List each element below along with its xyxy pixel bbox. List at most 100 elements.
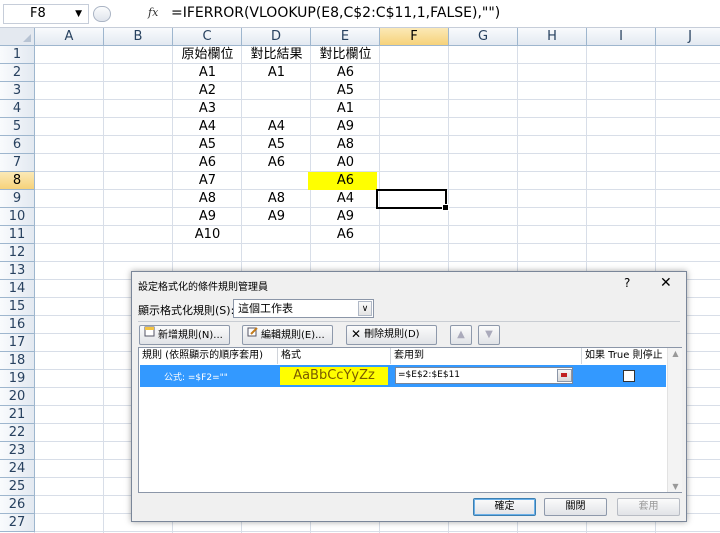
row-header-8[interactable]: 8 — [0, 172, 35, 190]
cell-d3[interactable] — [242, 82, 311, 100]
cell-c4[interactable]: A3 — [173, 100, 242, 118]
cell-d4[interactable] — [242, 100, 311, 118]
row-header-6[interactable]: 6 — [0, 136, 35, 154]
row-header-14[interactable]: 14 — [0, 280, 35, 298]
rule-row[interactable]: 公式: =$F2="" AaBbCcYyZz =$E$2:$E$11 — [140, 365, 666, 387]
new-rule-button[interactable]: 新增規則(N)... — [139, 325, 230, 345]
column-header-c[interactable]: C — [173, 28, 242, 46]
cell-e6[interactable]: A8 — [311, 136, 380, 154]
cell-e2[interactable]: A6 — [311, 64, 380, 82]
function-icon[interactable]: fx — [148, 6, 158, 19]
cell-e8[interactable]: A6 — [311, 172, 380, 190]
ok-button[interactable]: 確定 — [473, 498, 536, 516]
apply-button[interactable]: 套用 — [617, 498, 680, 516]
row-header-15[interactable]: 15 — [0, 298, 35, 316]
rules-toolbar: 新增規則(N)... 編輯規則(E)... ✕ 刪除規則(D) ▲ ▼ — [138, 321, 680, 348]
row-header-26[interactable]: 26 — [0, 496, 35, 514]
close-button[interactable]: ✕ — [660, 275, 672, 291]
dialog-close-button[interactable]: 關閉 — [544, 498, 607, 516]
cell-e5[interactable]: A9 — [311, 118, 380, 136]
chevron-down-icon[interactable]: ∨ — [358, 301, 372, 316]
rules-list-scrollbar[interactable]: ▲ ▼ — [667, 348, 682, 492]
cell-d7[interactable]: A6 — [242, 154, 311, 172]
row-header-16[interactable]: 16 — [0, 316, 35, 334]
cell-e9[interactable]: A4 — [311, 190, 380, 208]
cell-c5[interactable]: A4 — [173, 118, 242, 136]
delete-rule-button[interactable]: ✕ 刪除規則(D) — [346, 325, 437, 345]
cell-c10[interactable]: A9 — [173, 208, 242, 226]
cell-d8[interactable] — [242, 172, 311, 190]
row-header-13[interactable]: 13 — [0, 262, 35, 280]
row-header-9[interactable]: 9 — [0, 190, 35, 208]
row-header-11[interactable]: 11 — [0, 226, 35, 244]
help-button[interactable]: ? — [624, 276, 630, 290]
row-header-7[interactable]: 7 — [0, 154, 35, 172]
cell-c3[interactable]: A2 — [173, 82, 242, 100]
row-header-24[interactable]: 24 — [0, 460, 35, 478]
stop-if-true-checkbox[interactable] — [623, 370, 635, 382]
column-header-i[interactable]: I — [587, 28, 656, 46]
edit-rule-label: 編輯規則(E)... — [261, 330, 325, 341]
formula-expand-handle[interactable] — [93, 6, 111, 22]
cell-c2[interactable]: A1 — [173, 64, 242, 82]
cell-c9[interactable]: A8 — [173, 190, 242, 208]
row-header-23[interactable]: 23 — [0, 442, 35, 460]
column-header-g[interactable]: G — [449, 28, 518, 46]
select-all-corner[interactable] — [0, 28, 35, 46]
cell-c8[interactable]: A7 — [173, 172, 242, 190]
show-rules-select[interactable]: 這個工作表 ∨ — [233, 299, 374, 318]
cell-d1[interactable]: 對比結果 — [242, 46, 311, 64]
move-up-button[interactable]: ▲ — [450, 325, 472, 345]
row-header-12[interactable]: 12 — [0, 244, 35, 262]
cell-e3[interactable]: A5 — [311, 82, 380, 100]
cell-d6[interactable]: A5 — [242, 136, 311, 154]
cell-c6[interactable]: A5 — [173, 136, 242, 154]
scroll-up-icon[interactable]: ▲ — [668, 349, 683, 358]
column-header-b[interactable]: B — [104, 28, 173, 46]
row-header-4[interactable]: 4 — [0, 100, 35, 118]
cell-c7[interactable]: A6 — [173, 154, 242, 172]
column-header-a[interactable]: A — [35, 28, 104, 46]
delete-rule-label: 刪除規則(D) — [364, 329, 420, 340]
column-header-h[interactable]: H — [518, 28, 587, 46]
cell-d11[interactable] — [242, 226, 311, 244]
formula-input[interactable]: =IFERROR(VLOOKUP(E8,C$2:C$11,1,FALSE),""… — [171, 5, 500, 21]
applies-to-input[interactable]: =$E$2:$E$11 — [395, 367, 573, 384]
cell-c11[interactable]: A10 — [173, 226, 242, 244]
cell-d9[interactable]: A8 — [242, 190, 311, 208]
chevron-down-icon[interactable]: ▼ — [75, 5, 82, 23]
cell-d2[interactable]: A1 — [242, 64, 311, 82]
cell-e1[interactable]: 對比欄位 — [311, 46, 380, 64]
cell-e11[interactable]: A6 — [311, 226, 380, 244]
edit-rule-button[interactable]: 編輯規則(E)... — [242, 325, 333, 345]
column-header-f[interactable]: F — [380, 28, 449, 46]
range-picker-icon[interactable] — [557, 369, 572, 382]
row-header-2[interactable]: 2 — [0, 64, 35, 82]
cell-e4[interactable]: A1 — [311, 100, 380, 118]
row-header-10[interactable]: 10 — [0, 208, 35, 226]
cell-e10[interactable]: A9 — [311, 208, 380, 226]
cell-d5[interactable]: A4 — [242, 118, 311, 136]
row-header-18[interactable]: 18 — [0, 352, 35, 370]
row-header-3[interactable]: 3 — [0, 82, 35, 100]
active-cell-f8[interactable] — [376, 189, 449, 211]
row-header-25[interactable]: 25 — [0, 478, 35, 496]
row-header-17[interactable]: 17 — [0, 334, 35, 352]
column-header-d[interactable]: D — [242, 28, 311, 46]
cell-e7[interactable]: A0 — [311, 154, 380, 172]
row-header-19[interactable]: 19 — [0, 370, 35, 388]
cell-c1[interactable]: 原始欄位 — [173, 46, 242, 64]
cell-d10[interactable]: A9 — [242, 208, 311, 226]
column-header-j[interactable]: J — [656, 28, 720, 46]
row-header-22[interactable]: 22 — [0, 424, 35, 442]
row-header-20[interactable]: 20 — [0, 388, 35, 406]
col-header-format: 格式 — [278, 348, 391, 364]
row-header-5[interactable]: 5 — [0, 118, 35, 136]
name-box[interactable]: F8 ▼ — [3, 4, 89, 24]
move-down-button[interactable]: ▼ — [478, 325, 500, 345]
column-header-e[interactable]: E — [311, 28, 380, 46]
row-header-27[interactable]: 27 — [0, 514, 35, 532]
row-header-21[interactable]: 21 — [0, 406, 35, 424]
row-header-1[interactable]: 1 — [0, 46, 35, 64]
scroll-down-icon[interactable]: ▼ — [668, 482, 683, 491]
